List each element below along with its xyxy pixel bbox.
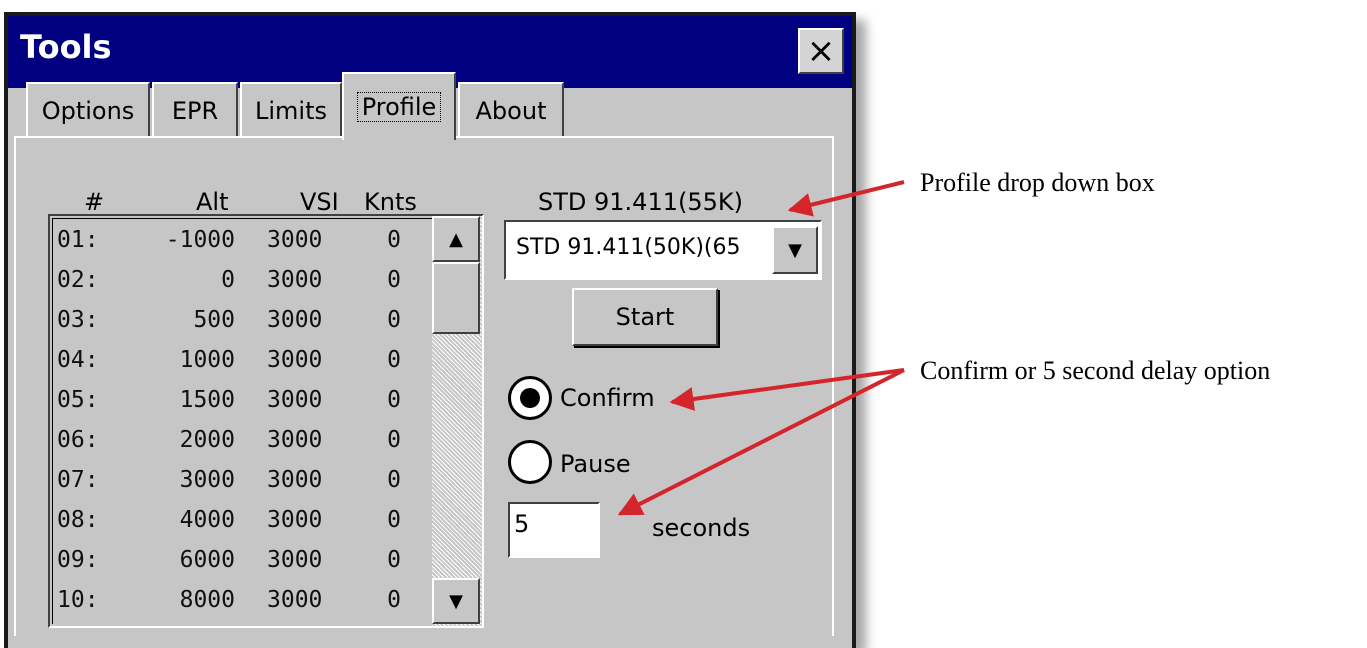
tab-profile[interactable]: Profile [342,72,456,140]
annotation-arrows [617,180,905,516]
arrow-to-dropdown [787,180,905,217]
tab-profile-label: Profile [356,92,442,122]
annotation-confirm-delay: Confirm or 5 second delay option [920,356,1271,385]
annotation-profile-dropdown: Profile drop down box [920,168,1155,197]
